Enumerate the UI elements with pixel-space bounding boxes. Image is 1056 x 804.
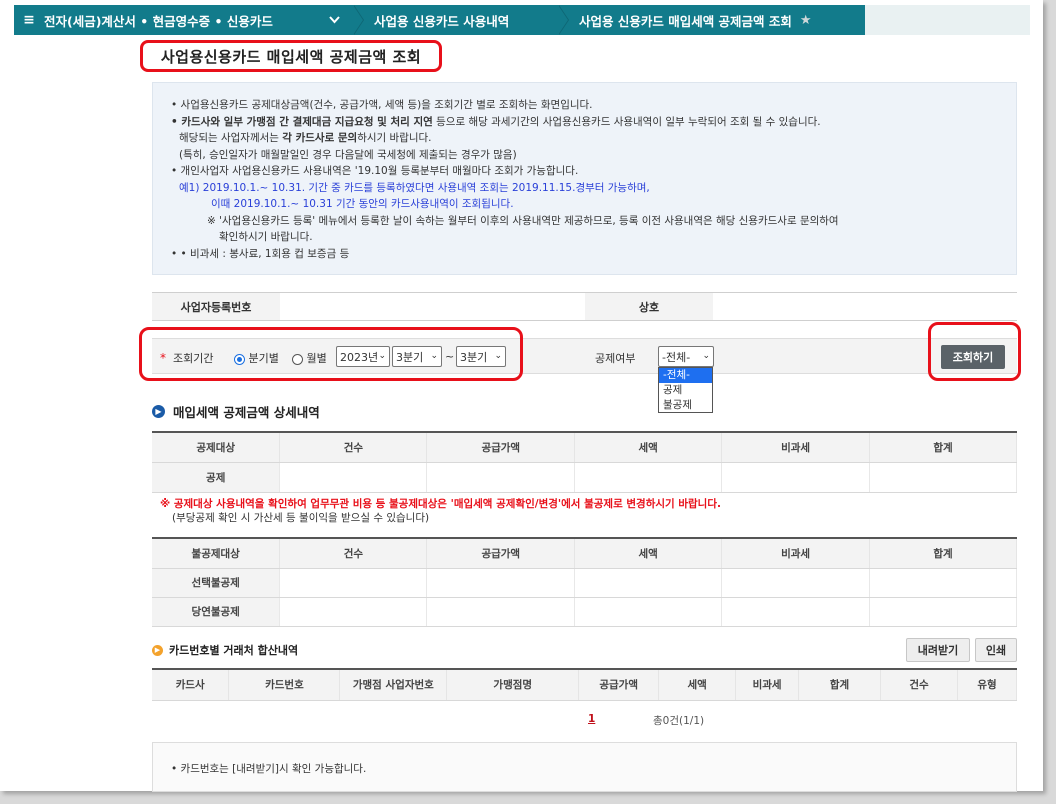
breadcrumb-separator — [353, 5, 364, 35]
pager-page-link[interactable]: 1 — [588, 713, 595, 725]
column-header: 불공제대상 — [152, 537, 281, 569]
column-header: 공급가액 — [426, 537, 576, 569]
print-button[interactable]: 인쇄 — [975, 638, 1017, 662]
notice-line: • 개인사업자 사업용신용카드 사용내역은 '19.10월 등록분부터 매월마다… — [171, 165, 579, 177]
dropdown-option[interactable]: 불공제 — [659, 398, 712, 413]
footnote-text: • 카드번호는 [내려받기]시 확인 가능합니다. — [171, 763, 367, 775]
pager-total: 총0건(1/1) — [653, 715, 705, 727]
column-header: 공제대상 — [152, 431, 281, 463]
column-header: 공급가액 — [426, 431, 576, 463]
table-row: 공제 — [152, 462, 1017, 493]
deduct-label: 공제여부 — [595, 352, 636, 365]
highlight-search-button-box — [928, 322, 1021, 381]
table-cell — [869, 462, 1017, 493]
column-header: 합계 — [869, 431, 1017, 463]
notice-line: 확인하시기 바랍니다. — [219, 231, 313, 243]
company-label: 상호 — [585, 293, 713, 320]
table-cell — [279, 568, 428, 598]
dropdown-option[interactable]: -전체- — [659, 368, 712, 383]
deduct-select[interactable]: -전체- ⌄ — [658, 346, 714, 367]
chevron-down-icon: ⌄ — [702, 351, 710, 361]
notice-box: • 사업용신용카드 공제대상금액(건수, 공급가액, 세액 등)을 조회기간 별… — [152, 82, 1017, 275]
breadcrumb-item-current: 사업용 신용카드 매입세액 공제금액 조회 ★ — [569, 5, 812, 35]
column-header: 가맹점 사업자번호 — [339, 668, 448, 701]
table-row: 선택불공제 — [152, 568, 1017, 598]
column-header: 공급가액 — [578, 668, 660, 701]
row-header: 공제 — [152, 462, 281, 493]
table-cell — [574, 568, 723, 598]
highlight-period-box — [139, 327, 523, 381]
warning-line: (부당공제 확인 시 가산세 등 불이익을 받으실 수 있습니다) — [172, 512, 430, 524]
nav-menu-segment[interactable]: ≡ 전자(세금)계산서 • 현금영수증 • 신용카드 — [14, 5, 354, 35]
table-cell — [426, 568, 576, 598]
column-header: 비과세 — [735, 668, 800, 701]
nav-segment-title: 전자(세금)계산서 • 현금영수증 • 신용카드 — [44, 13, 273, 29]
page-frame: ≡ 전자(세금)계산서 • 현금영수증 • 신용카드 사업용 신용카드 사용내역… — [0, 0, 1043, 792]
dropdown-option[interactable]: 공제 — [659, 383, 712, 398]
notice-line: ※ '사업용신용카드 등록' 메뉴에서 등록한 날이 속하는 월부터 이후의 사… — [207, 214, 839, 227]
nondeduct-table: 불공제대상 건수 공급가액 세액 비과세 합계 선택불공제 당연불공제 — [152, 537, 1017, 627]
menu-icon[interactable]: ≡ — [14, 12, 44, 28]
row-header: 선택불공제 — [152, 568, 281, 598]
business-no-value — [280, 293, 585, 320]
table-cell — [721, 568, 871, 598]
column-header: 유형 — [957, 668, 1018, 701]
notice-line: 해당되는 사업자께서는 각 카드사로 문의하시기 바랍니다. — [179, 132, 432, 144]
column-header: 세액 — [658, 668, 737, 701]
star-icon[interactable]: ★ — [800, 13, 812, 28]
column-header: 합계 — [869, 537, 1017, 569]
table-cell — [721, 462, 871, 493]
warning-line: ※ 공제대상 사용내역을 확인하여 업무무관 비용 등 불공제대상은 '매입세액… — [160, 498, 721, 510]
company-value — [713, 293, 1017, 320]
table-cell — [279, 462, 428, 493]
arrow-circle-icon: ▶ — [152, 405, 165, 418]
column-header: 건수 — [880, 668, 958, 701]
table-row: 당연불공제 — [152, 597, 1017, 627]
table-cell — [426, 597, 576, 627]
table-cell — [279, 597, 428, 627]
detail-table: 공제대상 건수 공급가액 세액 비과세 합계 공제 — [152, 431, 1017, 493]
download-button[interactable]: 내려받기 — [906, 638, 970, 662]
notice-line: 예1) 2019.10.1.~ 10.31. 기간 중 카드를 등록하였다면 사… — [179, 181, 650, 194]
nav-tail — [865, 5, 1030, 35]
footnote-box: • 카드번호는 [내려받기]시 확인 가능합니다. — [152, 742, 1017, 792]
warning-text: ※ 공제대상 사용내역을 확인하여 업무무관 비용 등 불공제대상은 '매입세액… — [160, 497, 721, 525]
card-summary-title: ▶ 카드번호별 거래처 합산내역 — [152, 642, 298, 658]
table-cell — [721, 597, 871, 627]
detail-section-title: ▶ 매입세액 공제금액 상세내역 — [152, 402, 320, 421]
column-header: 건수 — [279, 537, 428, 569]
notice-line: 이때 2019.10.1.~ 10.31 기간 동안의 카드사용내역이 조회됩니… — [211, 198, 514, 210]
notice-line: • 카드사와 일부 가맹점 간 결제대금 지급요청 및 처리 지연 등으로 해당… — [171, 115, 821, 128]
column-header: 세액 — [574, 537, 723, 569]
top-navigation: ≡ 전자(세금)계산서 • 현금영수증 • 신용카드 사업용 신용카드 사용내역… — [14, 5, 1030, 35]
row-header: 당연불공제 — [152, 597, 281, 627]
breadcrumb-label: 사업용 신용카드 매입세액 공제금액 조회 — [579, 13, 792, 29]
deduct-dropdown-list: -전체- 공제 불공제 — [658, 367, 713, 413]
column-header: 카드번호 — [228, 668, 341, 701]
column-header: 합계 — [798, 668, 881, 701]
breadcrumb-item-card-usage[interactable]: 사업용 신용카드 사용내역 — [364, 5, 559, 35]
column-header: 가맹점명 — [446, 668, 580, 701]
column-header: 세액 — [574, 431, 723, 463]
column-header: 비과세 — [721, 537, 871, 569]
notice-line: • 사업용신용카드 공제대상금액(건수, 공급가액, 세액 등)을 조회기간 별… — [171, 99, 593, 111]
column-header: 카드사 — [152, 668, 230, 701]
table-cell — [574, 597, 723, 627]
table-cell — [574, 462, 723, 493]
business-info-row: 사업자등록번호 상호 — [152, 292, 1017, 321]
breadcrumb-label: 사업용 신용카드 사용내역 — [374, 13, 510, 29]
business-no-label: 사업자등록번호 — [152, 293, 280, 320]
table-cell — [869, 568, 1017, 598]
table-cell — [869, 597, 1017, 627]
column-header: 비과세 — [721, 431, 871, 463]
arrow-circle-icon: ▶ — [152, 644, 163, 656]
breadcrumb-separator — [558, 5, 569, 35]
notice-line: • • 비과세 : 봉사료, 1회용 컵 보증금 등 — [171, 247, 350, 260]
column-header: 건수 — [279, 431, 428, 463]
notice-line: (특히, 승인일자가 매월말일인 경우 다음달에 국세청에 제출되는 경우가 많… — [179, 148, 517, 161]
card-summary-table: 카드사 카드번호 가맹점 사업자번호 가맹점명 공급가액 세액 비과세 합계 건… — [152, 668, 1018, 701]
chevron-down-icon[interactable] — [329, 14, 340, 27]
page-title: 사업용신용카드 매입세액 공제금액 조회 — [140, 40, 442, 72]
table-cell — [426, 462, 576, 493]
